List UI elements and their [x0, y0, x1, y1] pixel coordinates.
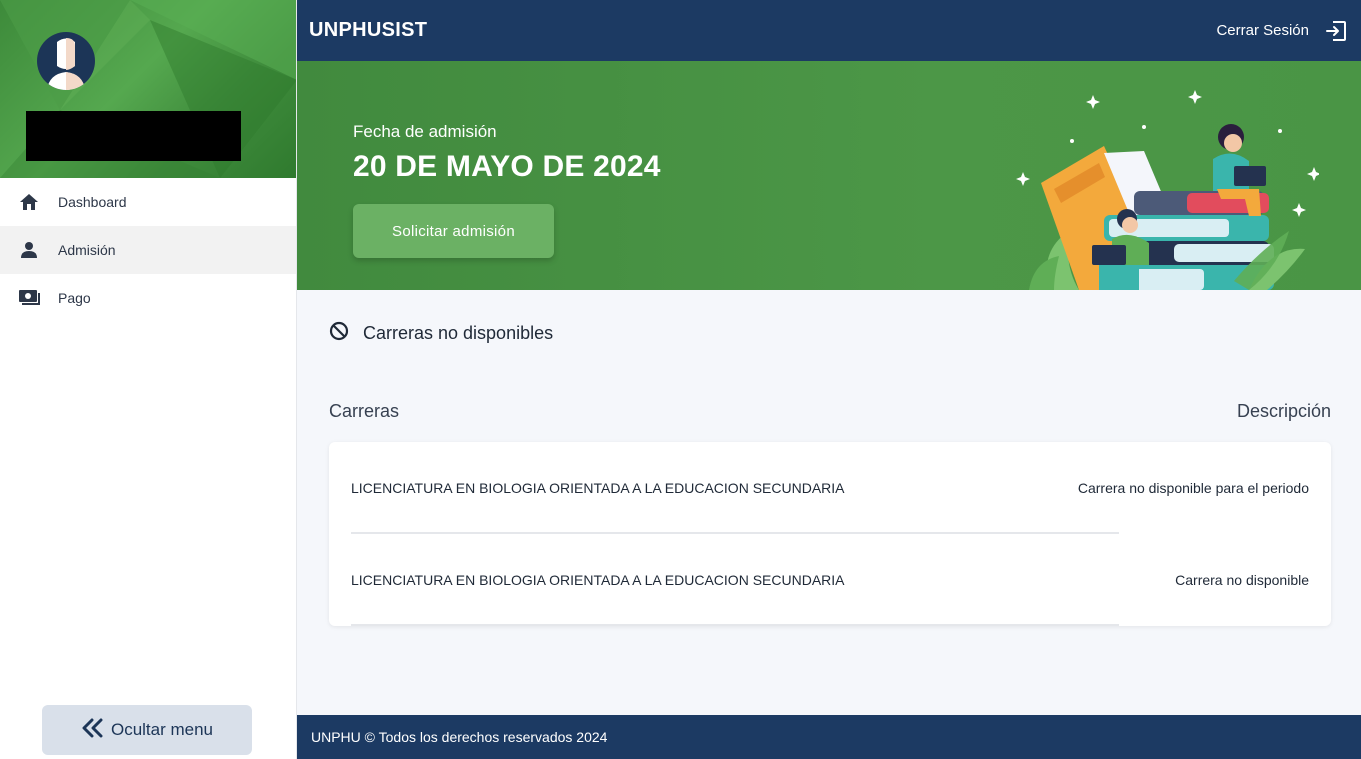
students-books-illustration: [1016, 90, 1319, 290]
logout-label: Cerrar Sesión: [1216, 22, 1309, 39]
admission-date: 20 DE MAYO DE 2024: [353, 150, 661, 183]
career-description: Carrera no disponible para el periodo: [1077, 480, 1309, 496]
table-row: LICENCIATURA EN BIOLOGIA ORIENTADA A LA …: [329, 442, 1331, 534]
request-admission-button[interactable]: Solicitar admisión: [353, 204, 554, 258]
sidebar-item-pago[interactable]: Pago: [0, 274, 296, 322]
sidebar-item-label: Dashboard: [58, 194, 127, 210]
footer-copyright: UNPHU © Todos los derechos reservados 20…: [311, 729, 608, 745]
blocked-icon: [329, 321, 349, 346]
payment-icon: [18, 287, 40, 309]
section-title-label: Carreras no disponibles: [363, 323, 554, 343]
logout-button[interactable]: Cerrar Sesión: [1216, 20, 1347, 42]
home-icon: [18, 191, 40, 213]
sidebar-item-label: Admisión: [58, 242, 116, 258]
column-header-careers: Carreras: [329, 401, 400, 421]
sidebar-item-dashboard[interactable]: Dashboard: [0, 178, 296, 226]
hide-menu-button[interactable]: Ocultar menu: [42, 705, 252, 755]
table-row: LICENCIATURA EN BIOLOGIA ORIENTADA A LA …: [329, 534, 1331, 626]
careers-table: LICENCIATURA EN BIOLOGIA ORIENTADA A LA …: [329, 442, 1331, 626]
sidebar: Dashboard Admisión Pago Ocultar menu: [0, 0, 297, 759]
user-name-redacted: [26, 111, 241, 161]
career-name: LICENCIATURA EN BIOLOGIA ORIENTADA A LA …: [351, 480, 845, 496]
main-content: Carreras no disponibles Carreras Descrip…: [297, 290, 1361, 715]
sidebar-item-admision[interactable]: Admisión: [0, 226, 296, 274]
logout-icon: [1325, 20, 1347, 42]
sidebar-item-label: Pago: [58, 290, 91, 306]
double-chevron-left-icon: [81, 718, 105, 743]
section-title: Carreras no disponibles: [329, 321, 553, 346]
career-name: LICENCIATURA EN BIOLOGIA ORIENTADA A LA …: [351, 572, 845, 588]
sidebar-header: [0, 0, 296, 178]
admission-date-label: Fecha de admisión: [353, 122, 497, 141]
column-header-description: Descripción: [1236, 401, 1331, 421]
brand-title: UNPHUSIST: [309, 19, 428, 41]
admission-hero: Fecha de admisión 20 DE MAYO DE 2024 Sol…: [297, 61, 1361, 290]
hide-menu-label: Ocultar menu: [110, 720, 214, 739]
sidebar-nav: Dashboard Admisión Pago: [0, 178, 296, 322]
career-description: Carrera no disponible: [1175, 572, 1309, 588]
person-icon: [18, 239, 40, 261]
topbar: UNPHUSIST Cerrar Sesión: [297, 0, 1361, 61]
avatar: [37, 32, 95, 90]
row-divider: [351, 624, 1119, 626]
footer: UNPHU © Todos los derechos reservados 20…: [297, 715, 1361, 759]
